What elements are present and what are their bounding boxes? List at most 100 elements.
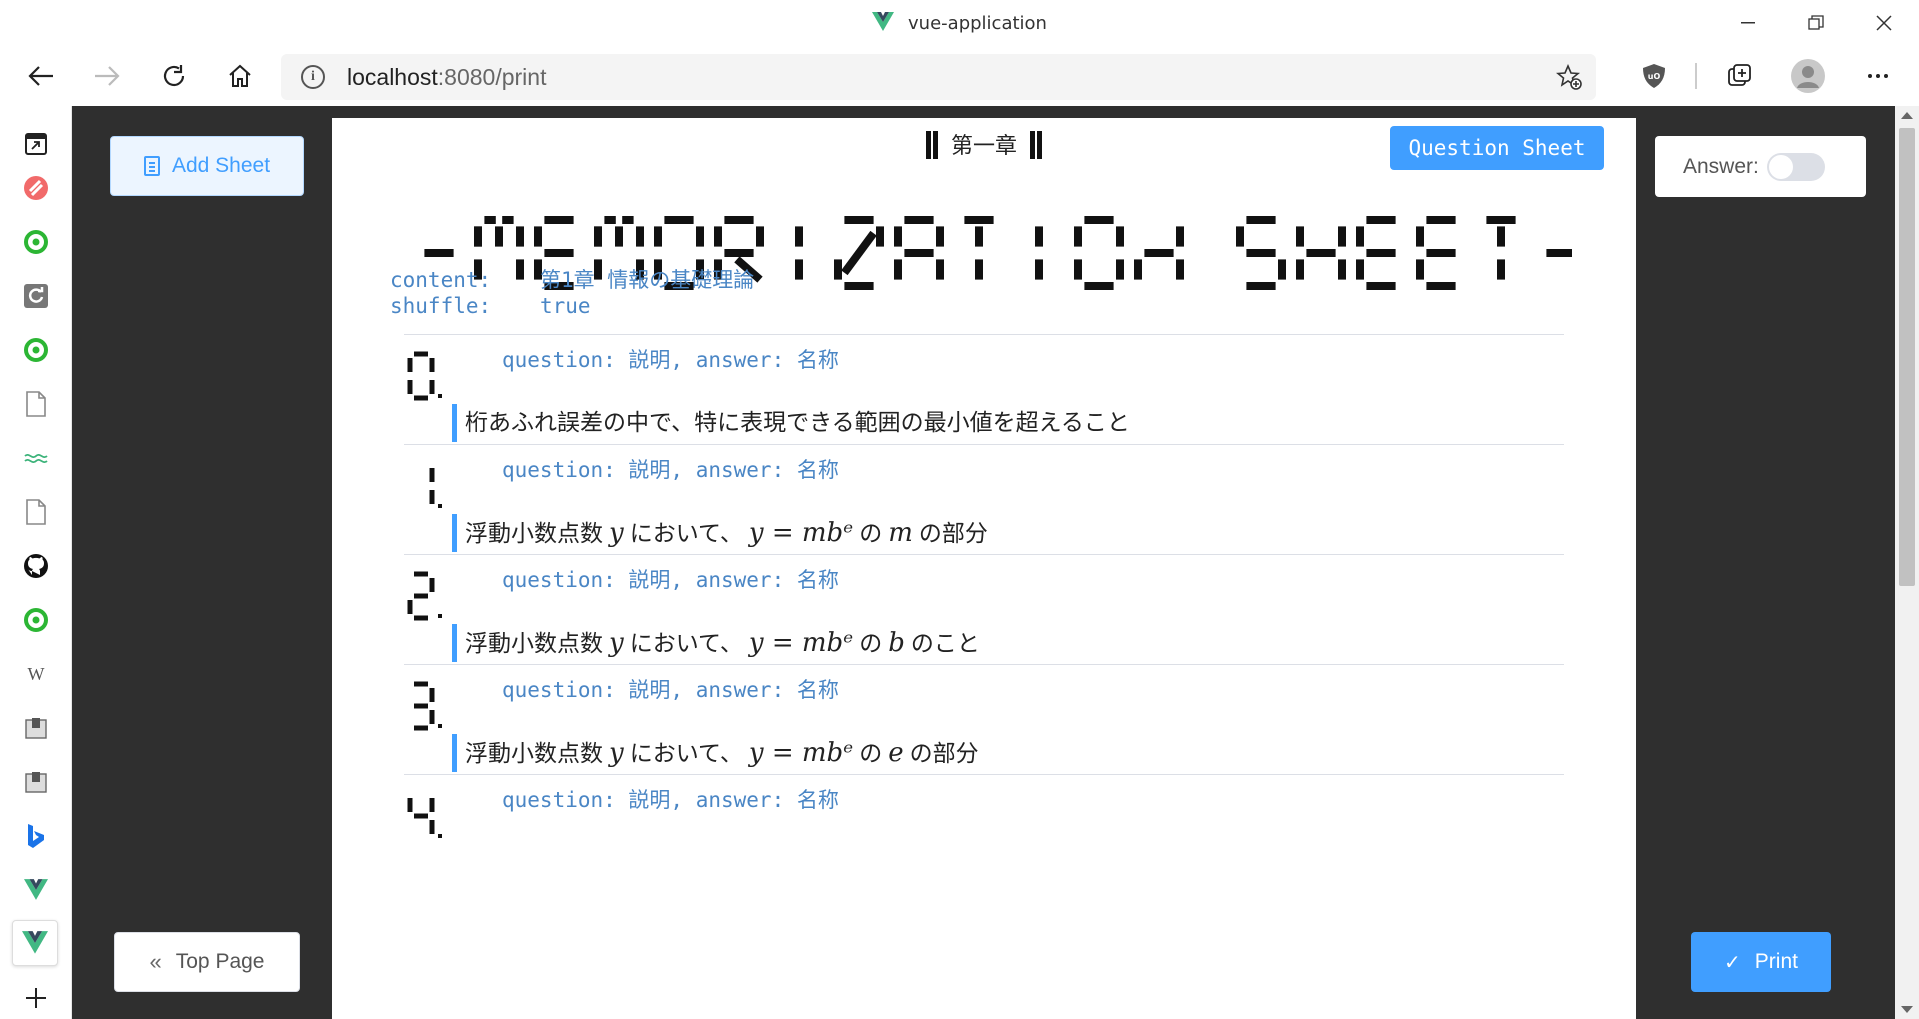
fav-link-3[interactable] xyxy=(22,282,50,310)
content-key: content: xyxy=(390,268,492,292)
math-formula: y = mbᵉ xyxy=(748,738,854,768)
answer-switch[interactable] xyxy=(1766,152,1825,181)
divider xyxy=(404,444,1564,445)
vue-logo-icon xyxy=(24,879,48,900)
fav-open-external[interactable] xyxy=(22,130,50,158)
fav-vue-1[interactable] xyxy=(22,876,50,904)
question-sheet-badge: Question Sheet xyxy=(1390,126,1604,170)
restore-button[interactable] xyxy=(1793,8,1839,38)
address-bar[interactable]: i localhost:8080/print xyxy=(281,54,1596,100)
gray-refresh-icon xyxy=(24,284,48,308)
divider xyxy=(404,554,1564,555)
home-button[interactable] xyxy=(219,56,261,96)
plus-icon xyxy=(26,988,46,1008)
desc-text: の xyxy=(859,741,883,767)
external-window-icon xyxy=(25,133,47,155)
math-var: e xyxy=(888,738,904,768)
question-description: 浮動小数点数 y において、 y = mbᵉ の m の部分 xyxy=(452,514,988,552)
fav-github[interactable] xyxy=(22,552,50,580)
shuffle-value: true xyxy=(540,294,591,318)
question-number xyxy=(407,798,442,838)
url-host: localhost xyxy=(347,64,438,90)
green-q-icon xyxy=(24,230,48,254)
question-number xyxy=(429,468,442,508)
fav-bing[interactable] xyxy=(22,822,50,850)
answer-toggle-panel: Answer: xyxy=(1655,136,1866,197)
math-var: y xyxy=(609,628,624,658)
fav-link-5[interactable] xyxy=(22,390,50,418)
close-icon xyxy=(1876,15,1892,31)
svg-text:uO: uO xyxy=(1648,72,1661,81)
chapter-label: 第一章 xyxy=(950,134,1017,159)
minimize-button[interactable] xyxy=(1725,8,1771,38)
memorization-sheet: 第一章 Question Sheet content: 第1章 情報の基礎理論 s… xyxy=(332,118,1636,1019)
fav-vue-active[interactable] xyxy=(12,920,58,966)
math-var: y xyxy=(609,738,624,768)
fav-wikipedia[interactable]: W xyxy=(22,660,50,688)
question-type: question: 説明, answer: 名称 xyxy=(502,348,839,372)
site-info-icon[interactable]: i xyxy=(301,65,325,89)
question-item: question: 説明, answer: 名称 xyxy=(404,776,1564,911)
url-text[interactable]: localhost:8080/print xyxy=(347,64,546,91)
red-swirl-icon xyxy=(24,176,48,200)
restore-icon xyxy=(1808,15,1824,30)
divider xyxy=(404,774,1564,775)
green-q-icon xyxy=(24,338,48,362)
desc-text: 浮動小数点数 xyxy=(465,631,603,657)
top-page-button[interactable]: « Top Page xyxy=(114,932,300,992)
double-chevron-left-icon: « xyxy=(149,949,162,974)
toolbar-separator xyxy=(1694,56,1698,96)
fav-link-2[interactable] xyxy=(22,228,50,256)
desc-text: の部分 xyxy=(909,741,979,767)
double-bar-right-icon xyxy=(1029,131,1043,159)
close-window-button[interactable] xyxy=(1861,8,1907,38)
archive-icon xyxy=(25,772,47,793)
vue-logo-icon xyxy=(872,12,895,31)
fav-link-4[interactable] xyxy=(22,336,50,364)
add-favorite-icon[interactable] xyxy=(1556,64,1582,90)
profile-button[interactable] xyxy=(1788,56,1828,96)
check-icon: ✓ xyxy=(1724,951,1741,974)
ublock-extension-button[interactable]: uO xyxy=(1634,56,1674,96)
collections-button[interactable] xyxy=(1720,56,1760,96)
scroll-down-icon[interactable] xyxy=(1901,1006,1913,1013)
github-icon xyxy=(24,554,48,578)
reload-button[interactable] xyxy=(153,56,195,96)
scroll-up-icon[interactable] xyxy=(1901,112,1913,119)
back-button[interactable] xyxy=(20,56,62,96)
desc-text: のこと xyxy=(910,631,980,657)
math-formula: y = mbᵉ xyxy=(748,628,854,658)
math-formula: y = mbᵉ xyxy=(748,518,854,548)
double-bar-left-icon xyxy=(925,131,939,159)
math-var: y xyxy=(609,518,624,548)
fav-link-6[interactable] xyxy=(22,444,50,472)
fav-add-button[interactable] xyxy=(22,984,50,1012)
page-scrollbar[interactable] xyxy=(1895,106,1919,1019)
window-titlebar: vue-application xyxy=(0,0,1919,46)
svg-text:W: W xyxy=(28,664,45,684)
question-description: 桁あふれ誤差の中で、特に表現できる範囲の最小値を超えること xyxy=(452,404,1130,442)
fav-link-9[interactable] xyxy=(22,714,50,742)
document-icon xyxy=(143,156,160,176)
scroll-thumb[interactable] xyxy=(1899,128,1915,586)
settings-menu-button[interactable] xyxy=(1858,56,1898,96)
content-value: 第1章 情報の基礎理論 xyxy=(540,268,755,292)
vue-logo-icon xyxy=(22,931,48,954)
fav-link-8[interactable] xyxy=(22,606,50,634)
print-button[interactable]: ✓ Print xyxy=(1691,932,1831,992)
avatar-icon xyxy=(1791,59,1825,93)
browser-toolbar: i localhost:8080/print uO xyxy=(0,46,1919,106)
fav-link-1[interactable] xyxy=(22,174,50,202)
fav-link-10[interactable] xyxy=(22,768,50,796)
add-sheet-button[interactable]: Add Sheet xyxy=(110,136,304,196)
answer-label: Answer: xyxy=(1683,154,1759,178)
fav-link-7[interactable] xyxy=(22,498,50,526)
archive-icon xyxy=(25,718,47,739)
forward-button[interactable] xyxy=(86,56,128,96)
question-type: question: 説明, answer: 名称 xyxy=(502,678,839,702)
desc-text: において、 xyxy=(629,521,743,547)
arrow-left-icon xyxy=(28,66,53,86)
shuffle-key: shuffle: xyxy=(390,294,492,318)
url-path: :8080/print xyxy=(437,64,547,90)
print-label: Print xyxy=(1754,950,1798,973)
